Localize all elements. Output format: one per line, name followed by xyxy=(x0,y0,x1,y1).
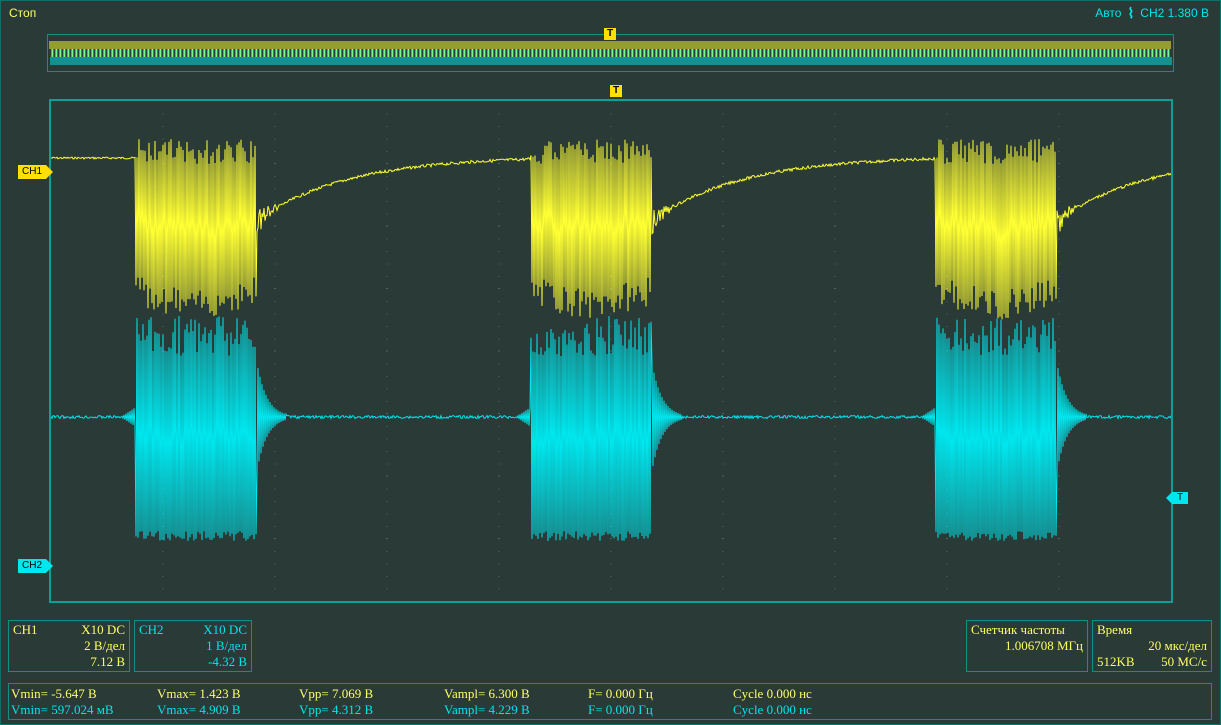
ch2-vmin: Vmin= 597.024 мВ xyxy=(11,702,114,717)
ch2-waveform xyxy=(51,315,1171,542)
timebase-label: Время xyxy=(1097,622,1133,637)
freq-counter-label: Счетчик частоты xyxy=(971,622,1065,637)
frequency-counter-panel[interactable]: Счетчик частоты 1.006708 МГц xyxy=(966,620,1088,672)
ch2-vmax: Vmax= 4.909 В xyxy=(157,702,241,717)
ch1-measurements-row: Vmin= -5.647 В Vmax= 1.423 В Vpp= 7.069 … xyxy=(9,686,1211,702)
ch1-vampl: Vampl= 6.300 В xyxy=(444,686,530,701)
ch1-offset: 7.12 В xyxy=(90,654,125,669)
ch1-settings-panel[interactable]: CH1 X10 DC 2 В/дел 7.12 В xyxy=(8,620,130,672)
ch1-ground-marker[interactable]: CH1 xyxy=(18,165,54,179)
ch2-name: CH2 xyxy=(139,622,164,637)
trigger-level-marker[interactable]: T xyxy=(1166,492,1188,504)
ch1-vpp: Vpp= 7.069 В xyxy=(299,686,374,701)
trigger-info: Авто ⌇ CH2 1.380 В xyxy=(1095,6,1209,20)
ch2-vpp: Vpp= 4.312 В xyxy=(299,702,374,717)
ch1-name: CH1 xyxy=(13,622,38,637)
timebase-panel[interactable]: Время 20 мкс/дел 512KB 50 МС/с xyxy=(1092,620,1212,672)
ch2-settings-panel[interactable]: CH2 X10 DC 1 В/дел -4.32 В xyxy=(134,620,252,672)
trigger-mode[interactable]: Авто xyxy=(1095,6,1121,20)
overview-trigger-marker[interactable]: T xyxy=(604,28,616,40)
ch2-cycle: Cycle 0.000 нс xyxy=(733,702,812,717)
ch2-offset: -4.32 В xyxy=(208,654,247,669)
trigger-position-marker[interactable]: T xyxy=(610,85,622,97)
acquisition-status: Стоп xyxy=(9,6,37,20)
overview-ch2-trace xyxy=(50,49,1172,65)
ch2-freq: F= 0.000 Гц xyxy=(588,702,653,717)
graticule xyxy=(49,99,1173,603)
overview-ch1-trace xyxy=(49,41,1171,57)
ch2-scale: 1 В/дел xyxy=(206,638,247,653)
waveform-area xyxy=(51,113,1171,590)
measurements-panel[interactable]: Vmin= -5.647 В Vmax= 1.423 В Vpp= 7.069 … xyxy=(8,683,1212,720)
trigger-source-level[interactable]: CH2 1.380 В xyxy=(1140,6,1209,20)
trigger-edge-icon: ⌇ xyxy=(1127,5,1135,21)
ch1-vmax: Vmax= 1.423 В xyxy=(157,686,241,701)
ch1-probe: X10 DC xyxy=(81,622,125,637)
ch1-vmin: Vmin= -5.647 В xyxy=(11,686,97,701)
ch2-probe: X10 DC xyxy=(203,622,247,637)
overview-waveform xyxy=(49,41,1172,65)
timebase-scale: 20 мкс/дел xyxy=(1148,638,1207,653)
ch1-freq: F= 0.000 Гц xyxy=(588,686,653,701)
ch1-waveform xyxy=(51,139,1171,320)
ch1-cycle: Cycle 0.000 нс xyxy=(733,686,812,701)
ch1-scale: 2 В/дел xyxy=(84,638,125,653)
ch2-vampl: Vampl= 4.229 В xyxy=(444,702,530,717)
ch2-ground-marker[interactable]: CH2 xyxy=(18,559,54,573)
sample-rate: 50 МС/с xyxy=(1161,654,1207,669)
memory-depth: 512KB xyxy=(1097,654,1135,669)
freq-counter-value: 1.006708 МГц xyxy=(1004,638,1083,653)
ch2-measurements-row: Vmin= 597.024 мВ Vmax= 4.909 В Vpp= 4.31… xyxy=(9,702,1211,718)
